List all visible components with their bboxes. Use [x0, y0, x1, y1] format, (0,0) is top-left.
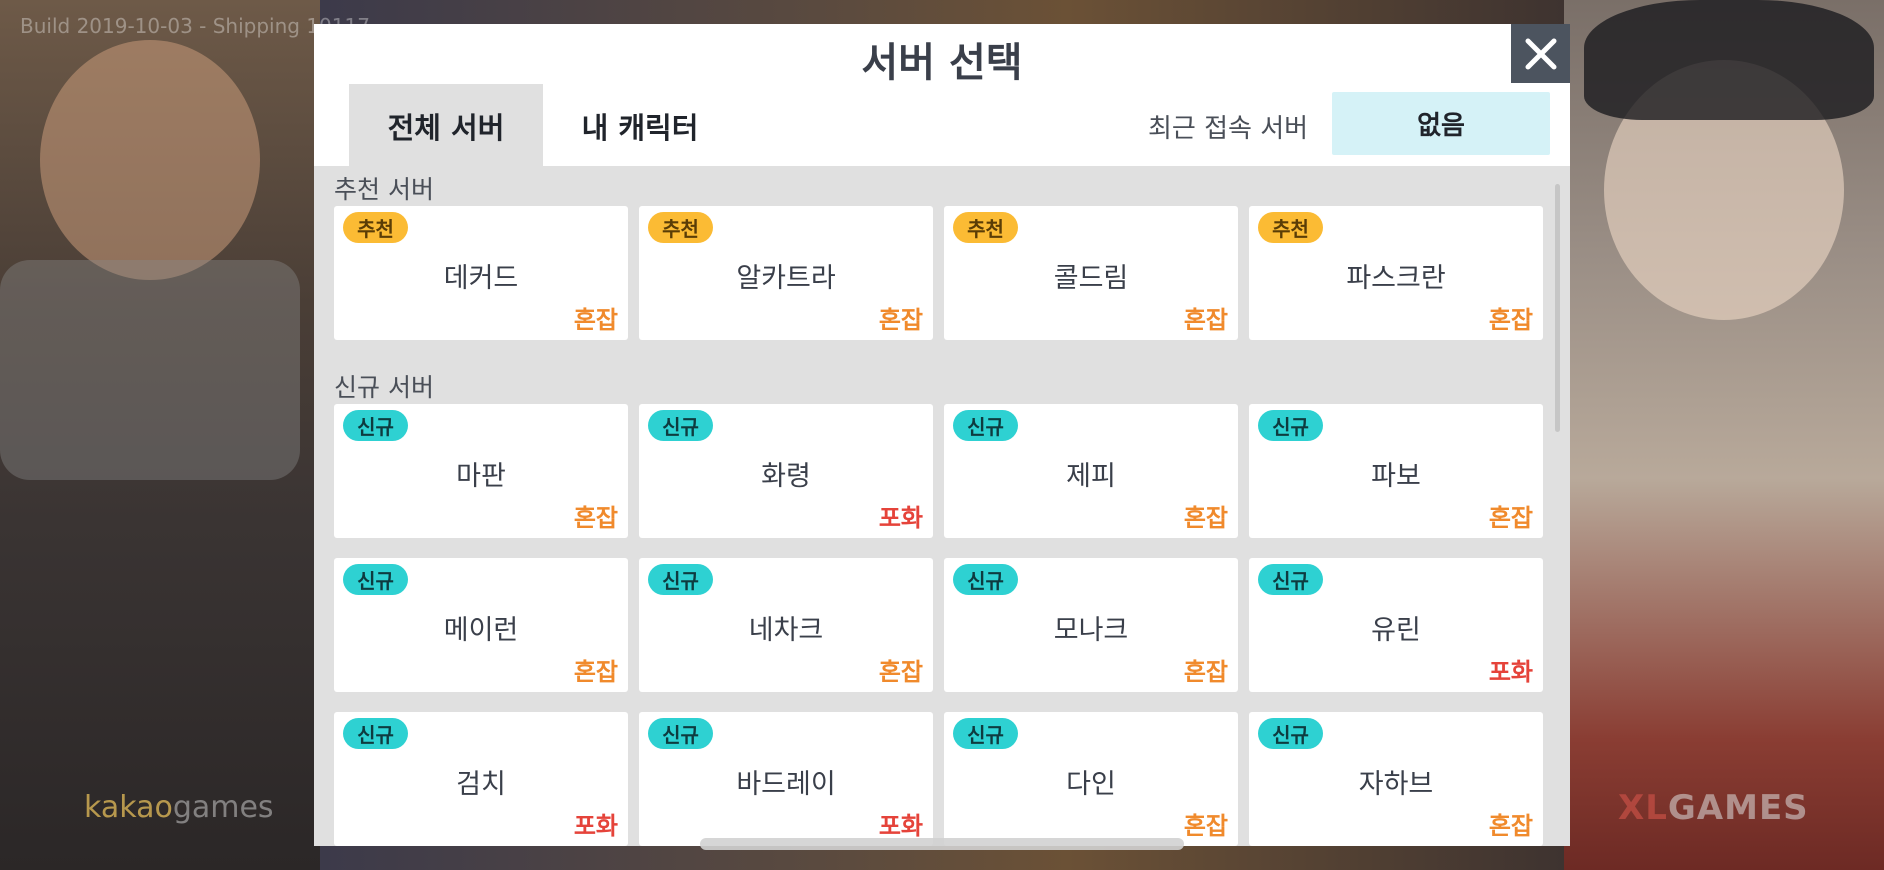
character-face	[40, 40, 260, 280]
server-status: 혼잡	[573, 306, 618, 334]
server-card[interactable]: 신규자하브혼잡	[1249, 712, 1543, 846]
server-name: 파보	[1371, 461, 1421, 492]
new-badge: 신규	[648, 410, 713, 441]
server-status: 혼잡	[878, 658, 923, 686]
server-card[interactable]: 신규마판혼잡	[334, 404, 628, 538]
character-armor	[0, 260, 300, 480]
new-badge: 신규	[1258, 410, 1323, 441]
server-card[interactable]: 추천콜드림혼잡	[944, 206, 1238, 340]
server-name: 유린	[1371, 615, 1421, 646]
recent-server-value[interactable]: 없음	[1332, 92, 1550, 155]
server-card[interactable]: 신규바드레이포화	[639, 712, 933, 846]
new-badge: 신규	[953, 564, 1018, 595]
server-name: 다인	[1066, 769, 1116, 800]
server-status: 혼잡	[1488, 812, 1533, 840]
recent-server-label: 최근 접속 서버	[1148, 114, 1309, 144]
server-card[interactable]: 신규파보혼잡	[1249, 404, 1543, 538]
server-name: 메이런	[443, 615, 519, 646]
server-status: 포화	[573, 812, 618, 840]
close-icon	[1525, 38, 1556, 69]
server-status: 혼잡	[1183, 658, 1228, 686]
recommended-badge: 추천	[648, 212, 713, 243]
new-badge: 신규	[648, 564, 713, 595]
home-indicator	[700, 838, 1184, 850]
server-name: 검치	[456, 769, 506, 800]
server-name: 파스크란	[1346, 263, 1446, 294]
section-title: 신규 서버	[334, 373, 434, 402]
server-card[interactable]: 신규메이런혼잡	[334, 558, 628, 692]
server-status: 혼잡	[878, 306, 923, 334]
server-name: 데커드	[443, 263, 519, 294]
server-status: 혼잡	[1488, 504, 1533, 532]
server-status: 포화	[878, 812, 923, 840]
server-card[interactable]: 신규모나크혼잡	[944, 558, 1238, 692]
server-name: 제피	[1066, 461, 1116, 492]
background-left-character	[0, 0, 320, 870]
server-status: 혼잡	[1183, 812, 1228, 840]
server-list[interactable]: 추천 서버 추천 데커드 혼잡 추천 알카트라 혼잡 추천 콜드림 혼잡 추천 파스크란 혼잡 신규 서버…	[314, 166, 1570, 846]
server-card[interactable]: 신규다인혼잡	[944, 712, 1238, 846]
new-badge: 신규	[953, 718, 1018, 749]
new-badge: 신규	[343, 410, 408, 441]
server-name: 화령	[761, 461, 811, 492]
tab-all-servers[interactable]: 전체 서버	[349, 84, 543, 168]
server-name: 바드레이	[736, 769, 836, 800]
background-right-character	[1564, 0, 1884, 870]
server-name: 콜드림	[1053, 263, 1129, 294]
server-name: 모나크	[1053, 615, 1129, 646]
recommended-badge: 추천	[953, 212, 1018, 243]
recommended-badge: 추천	[343, 212, 408, 243]
new-badge: 신규	[1258, 564, 1323, 595]
server-status: 혼잡	[1183, 504, 1228, 532]
kakaogames-logo: kakaogames	[84, 790, 274, 825]
tab-my-characters[interactable]: 내 캐릭터	[543, 84, 737, 168]
recommended-badge: 추천	[1258, 212, 1323, 243]
server-status: 혼잡	[1183, 306, 1228, 334]
server-card[interactable]: 신규화령포화	[639, 404, 933, 538]
server-card[interactable]: 신규네차크혼잡	[639, 558, 933, 692]
new-badge: 신규	[343, 564, 408, 595]
server-card[interactable]: 추천알카트라혼잡	[639, 206, 933, 340]
server-name: 자하브	[1358, 769, 1434, 800]
character-hair	[1584, 0, 1874, 120]
server-status: 포화	[878, 504, 923, 532]
new-badge: 신규	[343, 718, 408, 749]
xlgames-logo: XLGAMES	[1618, 788, 1809, 828]
new-badge: 신규	[1258, 718, 1323, 749]
server-status: 혼잡	[573, 658, 618, 686]
server-status: 포화	[1488, 658, 1533, 686]
new-badge: 신규	[953, 410, 1018, 441]
server-name: 마판	[456, 461, 506, 492]
server-tabs: 전체 서버 내 캐릭터	[349, 84, 737, 168]
server-card[interactable]: 추천데커드혼잡	[334, 206, 628, 340]
section-title: 추천 서버	[334, 175, 434, 204]
server-card[interactable]: 신규유린포화	[1249, 558, 1543, 692]
server-status: 혼잡	[573, 504, 618, 532]
server-status: 혼잡	[1488, 306, 1533, 334]
server-select-dialog: 서버 선택 전체 서버 내 캐릭터 최근 접속 서버 없음 추천 서버추천데커드…	[314, 24, 1570, 846]
server-name: 알카트라	[736, 263, 836, 294]
scrollbar[interactable]	[1555, 184, 1560, 814]
dialog-title: 서버 선택	[861, 40, 1023, 86]
server-name: 네차크	[748, 615, 824, 646]
new-badge: 신규	[648, 718, 713, 749]
scrollbar-thumb[interactable]	[1555, 184, 1560, 432]
server-card[interactable]: 신규검치포화	[334, 712, 628, 846]
server-card[interactable]: 추천파스크란혼잡	[1249, 206, 1543, 340]
close-button[interactable]	[1511, 24, 1570, 83]
server-card[interactable]: 신규제피혼잡	[944, 404, 1238, 538]
